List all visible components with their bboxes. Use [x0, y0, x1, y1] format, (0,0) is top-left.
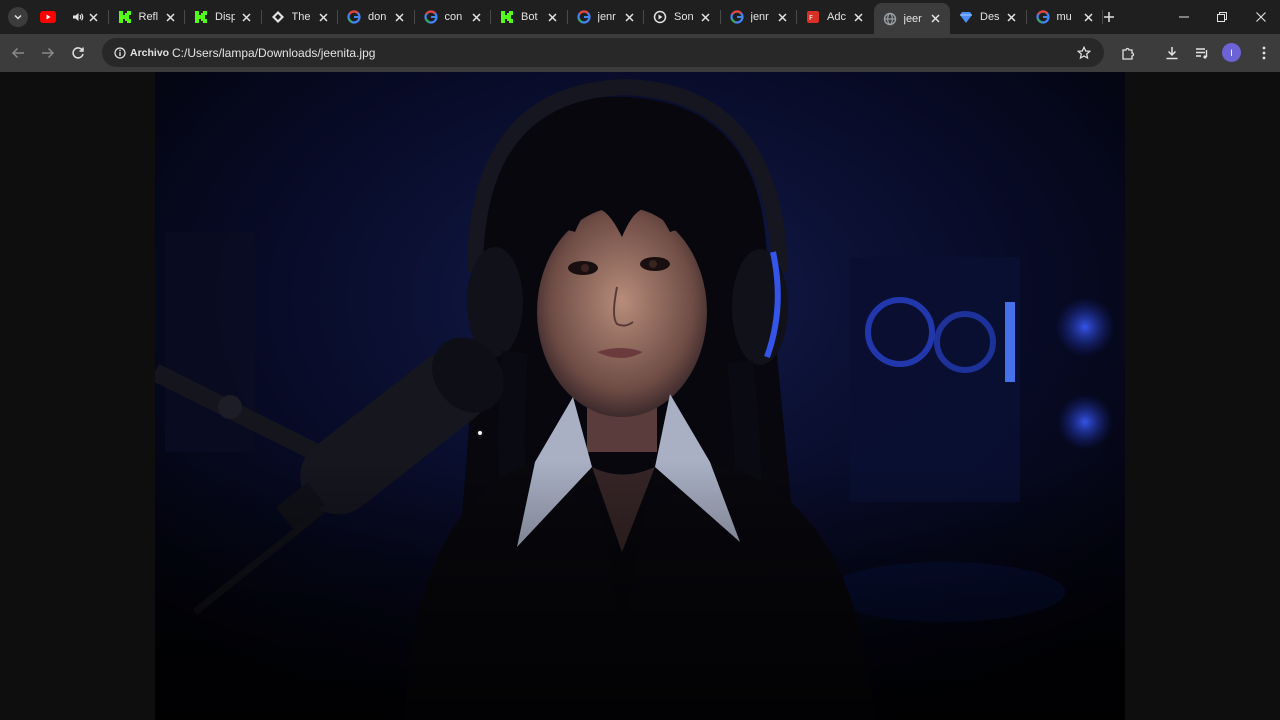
- google-icon: [1035, 9, 1051, 25]
- minimize-button[interactable]: [1174, 7, 1194, 27]
- restore-button[interactable]: [1212, 7, 1232, 27]
- tab-title: Des: [980, 11, 1000, 23]
- tab-google-jenr-1[interactable]: jenr: [568, 0, 645, 34]
- close-icon[interactable]: [1081, 10, 1095, 24]
- close-icon[interactable]: [316, 10, 330, 24]
- close-icon: [1256, 12, 1266, 22]
- svg-text:F: F: [809, 14, 813, 22]
- tab-title: jenr: [597, 11, 616, 23]
- new-tab-button[interactable]: [1100, 8, 1118, 26]
- close-icon[interactable]: [469, 10, 483, 24]
- playlist-icon: [1196, 48, 1208, 59]
- google-icon: [423, 9, 439, 25]
- close-icon[interactable]: [546, 10, 560, 24]
- kick-icon: [193, 9, 209, 25]
- tab-google-don[interactable]: don: [338, 0, 415, 34]
- tab-title: mu: [1056, 11, 1072, 23]
- close-icon[interactable]: [699, 10, 713, 24]
- tab-google-mu[interactable]: mu: [1027, 0, 1104, 34]
- forward-button[interactable]: [38, 43, 58, 63]
- pdf-icon: F: [805, 9, 821, 25]
- youtube-icon: [40, 9, 56, 25]
- tab-title: con: [444, 11, 463, 23]
- plus-icon: [1104, 12, 1114, 22]
- tab-title: Disp: [215, 11, 235, 23]
- star-icon: [1077, 46, 1091, 60]
- download-icon: [1166, 47, 1178, 60]
- tab-youtube[interactable]: [32, 0, 109, 34]
- url-text[interactable]: C:/Users/lampa/Downloads/jeenita.jpg: [172, 46, 375, 60]
- profile-avatar[interactable]: I: [1222, 43, 1241, 62]
- gem-icon: [958, 9, 974, 25]
- tab-title: Son: [674, 11, 694, 23]
- tab-adobe[interactable]: F Adc: [797, 0, 874, 34]
- extensions-button[interactable]: [1118, 43, 1138, 63]
- bookmark-button[interactable]: [1076, 45, 1092, 61]
- tab-strip: Refl Disp The don con Bot jenr Son jenr …: [0, 0, 1280, 34]
- menu-button[interactable]: [1254, 43, 1274, 63]
- photo-scene: [155, 72, 1125, 720]
- close-icon[interactable]: [393, 10, 407, 24]
- media-controls-button[interactable]: [1192, 43, 1212, 63]
- close-window-button[interactable]: [1251, 7, 1271, 27]
- displayed-photo[interactable]: [155, 72, 1125, 720]
- kick-icon: [499, 9, 515, 25]
- tab-des[interactable]: Des: [950, 0, 1027, 34]
- tab-title: Refl: [138, 11, 159, 23]
- close-icon[interactable]: [622, 10, 636, 24]
- tab-title: don: [368, 11, 387, 23]
- close-icon[interactable]: [240, 10, 254, 24]
- reload-button[interactable]: [68, 43, 88, 63]
- speaker-icon[interactable]: [72, 11, 84, 23]
- image-viewer: [0, 72, 1280, 720]
- tab-kick-disp[interactable]: Disp: [185, 0, 262, 34]
- tab-google-jenr-2[interactable]: jenr: [721, 0, 798, 34]
- tab-google-con[interactable]: con: [415, 0, 492, 34]
- arrow-right-icon: [42, 47, 55, 59]
- site-info-chip[interactable]: Archivo: [108, 42, 175, 63]
- toolbar: Archivo C:/Users/lampa/Downloads/jeenita…: [0, 34, 1280, 72]
- site-info-label: Archivo: [130, 46, 170, 59]
- google-icon: [576, 9, 592, 25]
- close-icon[interactable]: [1005, 10, 1019, 24]
- downloads-button[interactable]: [1162, 43, 1182, 63]
- tab-active-jeenita[interactable]: jeer: [873, 3, 950, 34]
- address-bar[interactable]: Archivo C:/Users/lampa/Downloads/jeenita…: [102, 38, 1104, 67]
- tab-title: Adc: [827, 11, 846, 23]
- tab-kick-bot[interactable]: Bot: [491, 0, 568, 34]
- close-icon[interactable]: [928, 12, 942, 26]
- diamond-icon: [270, 9, 286, 25]
- minimize-icon: [1179, 16, 1189, 18]
- restore-icon: [1217, 12, 1227, 22]
- tab-the[interactable]: The: [262, 0, 339, 34]
- tab-title: The: [291, 11, 311, 23]
- globe-icon: [882, 11, 898, 27]
- google-icon: [729, 9, 745, 25]
- chevron-down-icon: [14, 14, 22, 20]
- puzzle-icon: [1121, 47, 1134, 60]
- google-icon: [346, 9, 362, 25]
- tab-search-button[interactable]: [8, 7, 28, 27]
- tab-title: Bot: [521, 11, 538, 23]
- tab-list: Refl Disp The don con Bot jenr Son jenr …: [32, 0, 1103, 34]
- tab-title: jeer: [903, 12, 922, 25]
- close-icon[interactable]: [163, 10, 177, 24]
- mouse-cursor: [476, 429, 484, 437]
- tab-son[interactable]: Son: [644, 0, 721, 34]
- close-icon[interactable]: [87, 10, 101, 24]
- close-icon[interactable]: [852, 10, 866, 24]
- arrow-left-icon: [11, 47, 24, 59]
- kebab-menu-icon: [1262, 46, 1266, 60]
- tab-kick-refl[interactable]: Refl: [109, 0, 186, 34]
- back-button[interactable]: [8, 43, 28, 63]
- reload-icon: [72, 47, 84, 59]
- kick-icon: [117, 9, 133, 25]
- tab-title: jenr: [750, 11, 769, 23]
- record-icon: [652, 9, 668, 25]
- close-icon[interactable]: [775, 10, 789, 24]
- info-icon: [114, 46, 126, 59]
